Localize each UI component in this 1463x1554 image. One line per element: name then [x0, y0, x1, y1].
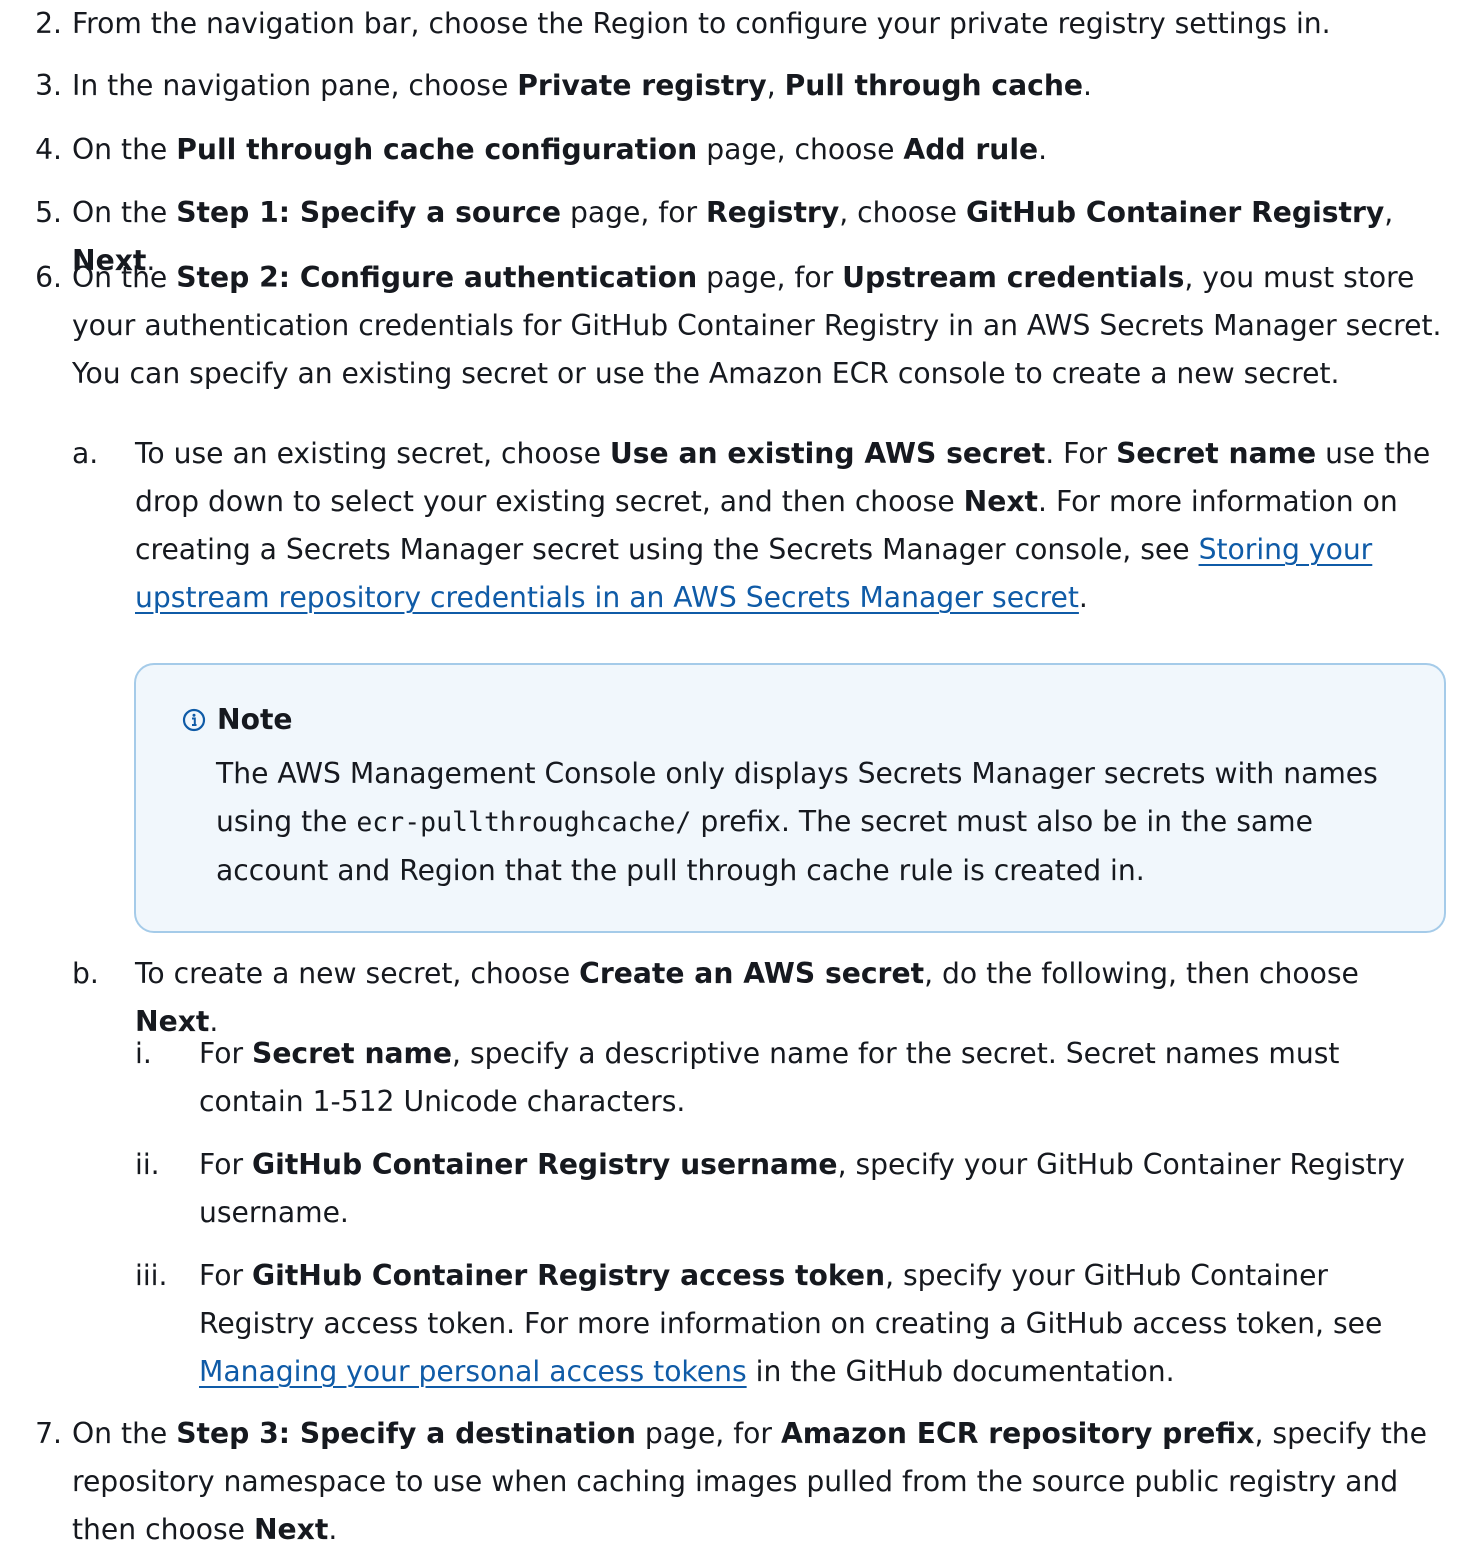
- ui-term: GitHub Container Registry username: [252, 1148, 838, 1181]
- step-text: From the navigation bar, choose the Regi…: [72, 7, 1331, 40]
- ui-term: Pull through cache: [784, 69, 1084, 102]
- ui-term: Use an existing AWS secret: [609, 437, 1046, 470]
- step-text: On the Step 3: Specify a destination pag…: [72, 1417, 1427, 1546]
- ui-term: Private registry: [517, 69, 767, 102]
- note-header: Note: [182, 700, 293, 740]
- step-number: i.: [135, 1037, 152, 1070]
- ui-term: Create an AWS secret: [579, 957, 925, 990]
- step-number: a.: [72, 437, 99, 470]
- step-number: 3.: [35, 69, 62, 102]
- ui-term: Amazon ECR repository prefix: [780, 1417, 1255, 1450]
- ui-term: Add rule: [903, 133, 1039, 166]
- ui-term: GitHub Container Registry access token: [252, 1259, 886, 1292]
- ui-term: Next: [253, 1513, 329, 1546]
- managing-tokens-link[interactable]: Managing your personal access tokens: [199, 1355, 747, 1388]
- step-text: For GitHub Container Registry access tok…: [199, 1259, 1383, 1388]
- ui-term: Pull through cache configuration: [176, 133, 698, 166]
- ui-term: Secret name: [1116, 437, 1317, 470]
- ui-term: Secret name: [252, 1037, 453, 1070]
- ui-term: Step 3: Specify a destination: [176, 1417, 636, 1450]
- step-number: 4.: [35, 133, 62, 166]
- step-text: On the Step 2: Configure authentication …: [72, 261, 1442, 390]
- step-text: For Secret name, specify a descriptive n…: [199, 1037, 1340, 1118]
- ui-term: Registry: [706, 196, 840, 229]
- step-text: For GitHub Container Registry username, …: [199, 1148, 1405, 1229]
- step-number: 2.: [35, 7, 62, 40]
- ui-term: Next: [963, 485, 1039, 518]
- note-callout: Note The AWS Management Console only dis…: [134, 663, 1446, 933]
- step-number: iii.: [135, 1259, 168, 1292]
- step-number: 7.: [35, 1417, 62, 1450]
- note-body: The AWS Management Console only displays…: [216, 757, 1378, 887]
- note-title: Note: [217, 703, 293, 736]
- step-text: To use an existing secret, choose Use an…: [135, 437, 1431, 614]
- info-icon: [182, 708, 206, 732]
- ui-term: Upstream credentials: [842, 261, 1185, 294]
- step-number: ii.: [135, 1148, 160, 1181]
- ui-term: GitHub Container Registry: [965, 196, 1385, 229]
- document-page: 2. From the navigation bar, choose the R…: [0, 0, 1463, 1546]
- step-number: b.: [72, 957, 99, 990]
- step-text: On the Pull through cache configuration …: [72, 133, 1048, 166]
- step-text: In the navigation pane, choose Private r…: [72, 69, 1092, 102]
- step-number: 6.: [35, 261, 62, 294]
- ui-term: Step 2: Configure authentication: [176, 261, 698, 294]
- inline-code: ecr-pullthroughcache/: [356, 807, 692, 838]
- step-number: 5.: [35, 196, 62, 229]
- ui-term: Step 1: Specify a source: [176, 196, 562, 229]
